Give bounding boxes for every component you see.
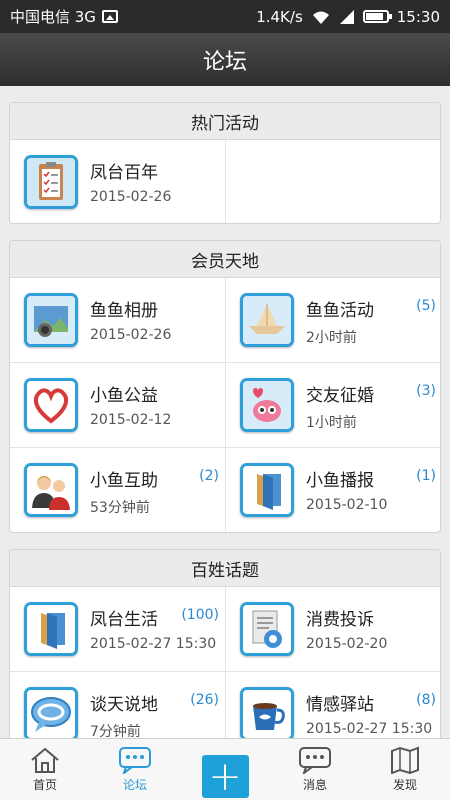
coffee-cup-icon	[240, 687, 294, 738]
section-public-topics: 百姓话题 凤台生活 2015-02-27 15:30 (100) 消费投诉 20…	[9, 549, 441, 738]
item-date: 2015-02-12	[90, 412, 172, 428]
item-title: 凤台百年	[90, 163, 158, 183]
forum-item-centenary[interactable]: 凤台百年 2015-02-26	[10, 140, 226, 223]
item-date: 2小时前	[306, 330, 357, 346]
photo-album-icon	[24, 293, 78, 347]
paper-boat-icon	[240, 293, 294, 347]
people-icon	[24, 463, 78, 517]
section-members: 会员天地 鱼鱼相册 2015-02-26 鱼鱼活动 2小时前 (5) 小鱼公益 …	[9, 240, 441, 533]
tab-messages[interactable]: 消息	[270, 739, 360, 800]
item-date: 7分钟前	[90, 724, 141, 738]
section-header: 热门活动	[10, 103, 440, 140]
page-title: 论坛	[202, 49, 247, 75]
count-badge: (8)	[416, 692, 436, 708]
count-badge: (1)	[416, 468, 436, 484]
forum-content[interactable]: 热门活动 凤台百年 2015-02-26 会员天地 鱼鱼相册 2015-02-2…	[0, 86, 450, 738]
forum-item-charity[interactable]: 小鱼公益 2015-02-12	[10, 363, 226, 448]
forum-item-chat[interactable]: 谈天说地 7分钟前 (26)	[10, 672, 226, 738]
item-title: 小鱼互助	[90, 471, 158, 491]
forum-item-emotions[interactable]: 情感驿站 2015-02-27 15:30 (8)	[226, 672, 440, 738]
tab-post[interactable]: +	[180, 739, 270, 800]
tab-discover[interactable]: 发现	[360, 739, 450, 800]
item-date: 2015-02-26	[90, 327, 172, 343]
clipboard-icon	[24, 155, 78, 209]
item-date: 2015-02-10	[306, 497, 388, 513]
count-badge: (5)	[416, 298, 436, 314]
heart-hand-icon	[24, 378, 78, 432]
forum-item-activities[interactable]: 鱼鱼活动 2小时前 (5)	[226, 278, 440, 363]
carrier-label: 中国电信 3G	[10, 8, 96, 26]
forum-item-life[interactable]: 凤台生活 2015-02-27 15:30 (100)	[10, 587, 226, 672]
item-title: 情感驿站	[306, 695, 374, 715]
chat-bubble-icon	[24, 687, 78, 738]
item-title: 谈天说地	[90, 695, 158, 715]
item-title: 消费投诉	[306, 610, 374, 630]
count-badge: (2)	[199, 468, 219, 484]
image-notification-icon	[101, 10, 118, 23]
forum-item-album[interactable]: 鱼鱼相册 2015-02-26	[10, 278, 226, 363]
bottom-tab-bar: 首页 论坛 + 消息 发现	[0, 738, 450, 800]
signal-icon	[339, 9, 354, 24]
tab-label: 首页	[32, 778, 57, 792]
item-date: 2015-02-26	[90, 189, 172, 205]
complaint-icon	[240, 602, 294, 656]
item-title: 凤台生活	[90, 610, 158, 630]
item-title: 鱼鱼活动	[306, 301, 374, 321]
folder-icon	[240, 463, 294, 517]
folder-icon	[24, 602, 78, 656]
tab-label: 发现	[392, 778, 417, 792]
forum-item-news[interactable]: 小鱼播报 2015-02-10 (1)	[226, 448, 440, 532]
forum-item-complaints[interactable]: 消费投诉 2015-02-20	[226, 587, 440, 672]
count-badge: (26)	[190, 692, 219, 708]
item-date: 53分钟前	[90, 500, 150, 516]
item-date: 2015-02-20	[306, 636, 388, 652]
wifi-icon	[312, 11, 329, 24]
title-bar: 论坛	[0, 33, 450, 86]
clock: 15:30	[396, 7, 440, 26]
forum-item-mutual-help[interactable]: 小鱼互助 53分钟前 (2)	[10, 448, 226, 532]
item-title: 交友征婚	[306, 386, 374, 406]
tab-label: 论坛	[122, 778, 147, 792]
count-badge: (100)	[181, 607, 219, 623]
plus-icon[interactable]: +	[201, 755, 249, 798]
message-icon	[299, 747, 331, 774]
item-title: 小鱼公益	[90, 386, 158, 406]
tab-home[interactable]: 首页	[0, 739, 90, 800]
section-header: 百姓话题	[10, 550, 440, 587]
item-date: 2015-02-27 15:30	[306, 721, 433, 737]
item-date: 1小时前	[306, 415, 357, 431]
status-bar: 中国电信 3G 1.4K/s 15:30	[0, 0, 450, 33]
battery-icon	[362, 10, 392, 23]
tab-forum[interactable]: 论坛	[90, 739, 180, 800]
section-header: 会员天地	[10, 241, 440, 278]
item-date: 2015-02-27 15:30	[90, 636, 217, 652]
item-title: 小鱼播报	[306, 471, 374, 491]
forum-item-dating[interactable]: 交友征婚 1小时前 (3)	[226, 363, 440, 448]
network-speed: 1.4K/s	[256, 7, 303, 26]
item-title: 鱼鱼相册	[90, 301, 158, 321]
fish-love-icon	[240, 378, 294, 432]
forum-icon	[119, 747, 151, 774]
section-hot-activities: 热门活动 凤台百年 2015-02-26	[9, 102, 441, 224]
home-icon	[31, 747, 59, 773]
empty-cell	[226, 140, 440, 223]
discover-icon	[391, 746, 419, 774]
count-badge: (3)	[416, 383, 436, 399]
tab-label: 消息	[302, 778, 327, 792]
